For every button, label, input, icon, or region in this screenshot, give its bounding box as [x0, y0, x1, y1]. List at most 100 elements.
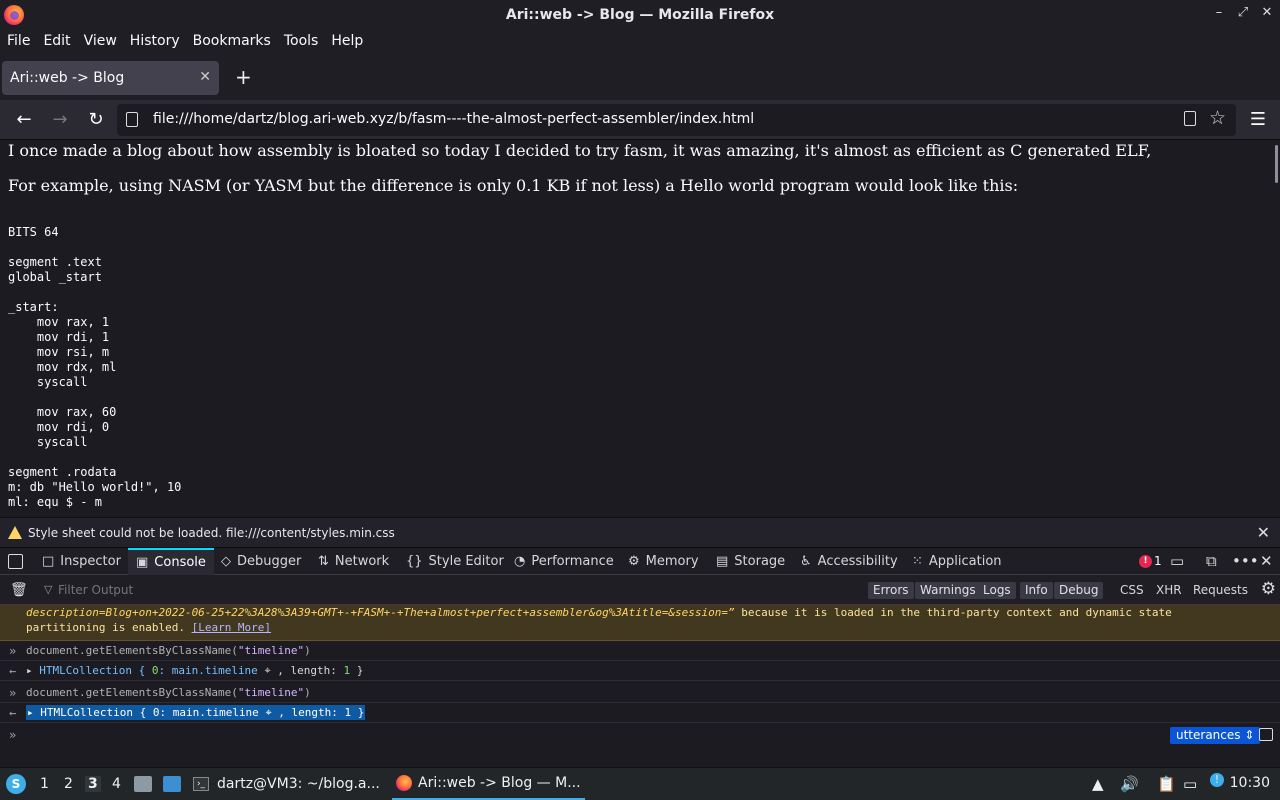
filter-requests-button[interactable]: Requests: [1193, 582, 1248, 599]
tab-inspector[interactable]: □ Inspector: [42, 548, 121, 575]
tab-memory[interactable]: ⚙ Memory: [628, 548, 699, 575]
input-chevron-icon: »: [9, 686, 17, 700]
code-block: BITS 64 segment .text global _start _sta…: [8, 225, 182, 509]
console-input-row[interactable]: » document.getElementsByClassName("timel…: [0, 683, 1280, 703]
filter-debug-button[interactable]: Debug: [1054, 582, 1104, 599]
accessibility-icon: ♿: [800, 554, 812, 569]
command-arg: "timeline": [237, 686, 305, 699]
filter-logs-button[interactable]: Logs: [978, 582, 1016, 599]
tab-performance[interactable]: ◔ Performance: [514, 548, 614, 575]
console-warning-message: description=Blog+on+2022-06-25+22%3A28%3…: [0, 605, 1280, 641]
page-content: I once made a blog about how assembly is…: [0, 141, 1280, 517]
element-picker-icon[interactable]: [8, 554, 23, 569]
reader-view-icon[interactable]: [1184, 111, 1196, 126]
menu-help[interactable]: Help: [331, 33, 363, 49]
tab-style-editor[interactable]: {} Style Editor: [406, 548, 504, 575]
filter-css-button[interactable]: CSS: [1120, 582, 1144, 599]
close-devtools-icon[interactable]: ✕: [1260, 552, 1273, 570]
filter-xhr-button[interactable]: XHR: [1156, 582, 1182, 599]
network-tray-icon[interactable]: ▭: [1183, 775, 1197, 793]
stylesheet-warning-bar: Style sheet could not be loaded. file://…: [0, 517, 1280, 547]
filter-errors-button[interactable]: Errors: [868, 582, 914, 599]
filter-icon: ▽: [44, 583, 53, 596]
bookmark-star-icon[interactable]: ☆: [1209, 107, 1226, 129]
workspace-1[interactable]: 1: [40, 776, 49, 792]
filter-warnings-button[interactable]: Warnings: [915, 582, 981, 599]
tab-debugger[interactable]: ◇ Debugger: [221, 548, 301, 575]
page-scrollbar[interactable]: [1275, 145, 1278, 183]
app-launcher-icon[interactable]: S: [6, 774, 26, 794]
tab-blog[interactable]: Ari::web -> Blog ✕: [2, 61, 219, 95]
close-window-button[interactable]: ✕: [1260, 5, 1274, 20]
expand-triangle-icon[interactable]: ▸: [26, 664, 39, 677]
expand-triangle-icon[interactable]: ▸: [27, 706, 40, 719]
warning-url: description=Blog+on+2022-06-25+22%3A28%3…: [26, 606, 735, 619]
clock[interactable]: 10:30: [1230, 775, 1270, 791]
workspace-4[interactable]: 4: [112, 776, 121, 792]
desktop-icon[interactable]: [163, 776, 181, 792]
menu-file[interactable]: File: [7, 33, 30, 49]
console-result-row[interactable]: ← ▸ HTMLCollection { 0: main.timeline ⌖ …: [0, 661, 1280, 681]
close-tab-icon[interactable]: ✕: [199, 69, 211, 85]
clipboard-icon[interactable]: 📋: [1157, 775, 1176, 793]
learn-more-link[interactable]: [Learn More]: [192, 621, 271, 634]
clear-console-icon[interactable]: 🗑: [10, 582, 28, 598]
hamburger-menu-icon[interactable]: ☰: [1250, 109, 1266, 130]
console-prompt-icon[interactable]: »: [9, 728, 16, 742]
tab-network[interactable]: ⇅ Network: [318, 548, 389, 575]
error-count[interactable]: 1: [1154, 554, 1162, 568]
minimize-button[interactable]: –: [1212, 5, 1226, 20]
tab-label: Memory: [645, 554, 699, 569]
responsive-mode-icon[interactable]: ▭: [1170, 552, 1184, 570]
paragraph-example: For example, using NASM (or YASM but the…: [8, 176, 1019, 195]
tab-accessibility[interactable]: ♿ Accessibility: [800, 548, 898, 575]
filter-info-button[interactable]: Info: [1020, 582, 1053, 599]
notification-icon[interactable]: !: [1210, 773, 1224, 787]
menu-history[interactable]: History: [130, 33, 180, 49]
new-tab-button[interactable]: +: [235, 66, 252, 88]
filter-output-input[interactable]: [58, 583, 258, 597]
warning-rest: because it is loaded in the third-party …: [734, 606, 1172, 619]
close-warning-icon[interactable]: ✕: [1257, 523, 1270, 542]
menu-bookmarks[interactable]: Bookmarks: [193, 33, 271, 49]
menu-view[interactable]: View: [84, 33, 117, 49]
sidebar-toggle-icon[interactable]: [1259, 728, 1273, 741]
back-button[interactable]: ←: [13, 109, 35, 131]
task-terminal[interactable]: ›_ dartz@VM3: ~/blog.a...: [193, 768, 380, 800]
console-settings-gear-icon[interactable]: ⚙: [1261, 579, 1276, 599]
tab-label: Inspector: [60, 554, 121, 569]
more-options-icon[interactable]: •••: [1232, 552, 1259, 570]
file-manager-icon[interactable]: [134, 776, 152, 792]
tab-label: Storage: [734, 554, 786, 569]
tray-expander-icon[interactable]: ▲: [1092, 775, 1104, 793]
url-text[interactable]: file:///home/dartz/blog.ari-web.xyz/b/fa…: [153, 111, 754, 127]
window-controls: – ⤢ ✕: [1212, 5, 1274, 20]
network-icon: ⇅: [318, 554, 329, 569]
result-node[interactable]: : main.timeline: [158, 664, 264, 677]
os-taskbar: S 1 2 3 4 ›_ dartz@VM3: ~/blog.a... Ari:…: [0, 767, 1280, 800]
reload-button[interactable]: ↻: [85, 109, 107, 131]
volume-icon[interactable]: 🔊: [1120, 775, 1139, 793]
tab-console[interactable]: ▣ Console: [128, 548, 214, 575]
dock-options-icon[interactable]: ⧉: [1206, 552, 1217, 570]
selected-result[interactable]: ▸ HTMLCollection { 0: main.timeline ⌖ , …: [26, 705, 366, 720]
style-editor-icon: {}: [406, 554, 423, 569]
result-close: }: [351, 706, 365, 719]
console-result-row-selected[interactable]: ← ▸ HTMLCollection { 0: main.timeline ⌖ …: [0, 703, 1280, 723]
error-badge-icon[interactable]: !: [1139, 555, 1152, 568]
task-firefox[interactable]: Ari::web -> Blog — M...: [392, 768, 585, 800]
workspace-2[interactable]: 2: [64, 776, 73, 792]
console-input-row[interactable]: » document.getElementsByClassName("timel…: [0, 641, 1280, 661]
menu-edit[interactable]: Edit: [43, 33, 70, 49]
url-bar[interactable]: file:///home/dartz/blog.ari-web.xyz/b/fa…: [117, 104, 1236, 136]
workspace-3[interactable]: 3: [85, 776, 101, 792]
tab-storage[interactable]: ▤ Storage: [716, 548, 785, 575]
forward-button[interactable]: →: [49, 109, 71, 131]
context-selector[interactable]: utterances ⇕: [1170, 727, 1261, 744]
result-length-label: , length:: [270, 664, 344, 677]
maximize-button[interactable]: ⤢: [1236, 5, 1250, 20]
result-node[interactable]: : main.timeline: [159, 706, 265, 719]
tab-application[interactable]: ⁙ Application: [912, 548, 1002, 575]
menu-tools[interactable]: Tools: [284, 33, 319, 49]
application-icon: ⁙: [912, 554, 923, 569]
